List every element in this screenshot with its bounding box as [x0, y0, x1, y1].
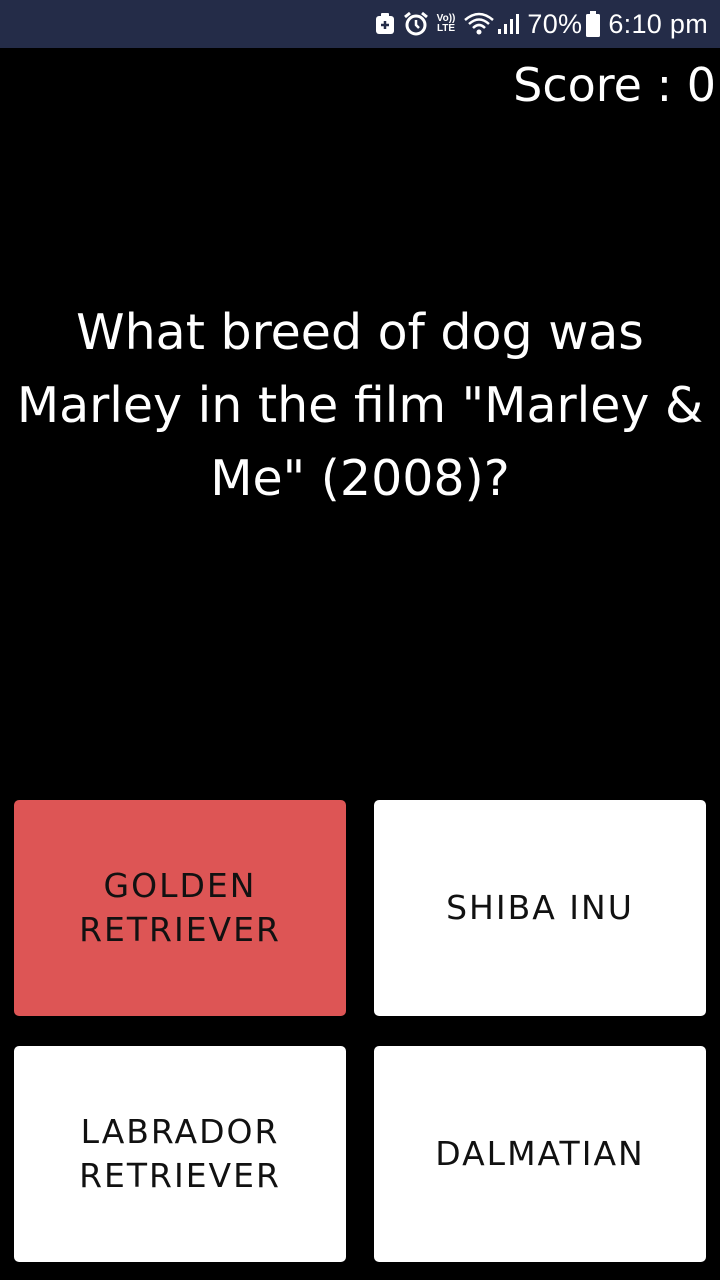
- answer-label: SHIBA INU: [446, 888, 634, 927]
- battery-icon: [586, 11, 601, 37]
- answer-shiba-inu-button[interactable]: SHIBA INU: [374, 800, 706, 1016]
- signal-icon: [497, 12, 520, 36]
- answer-golden-retriever-button[interactable]: GOLDEN RETRIEVER: [14, 800, 346, 1016]
- answer-label: GOLDEN RETRIEVER: [79, 866, 281, 949]
- alarm-icon: [403, 11, 429, 37]
- battery-percent: 70%: [527, 8, 583, 39]
- volte-icon: Vo)) LTE: [437, 14, 456, 34]
- answer-labrador-retriever-button[interactable]: LABRADOR RETRIEVER: [14, 1046, 346, 1262]
- score-label: Score : 0: [513, 58, 716, 112]
- notification-icon: [375, 12, 395, 36]
- answer-dalmatian-button[interactable]: DALMATIAN: [374, 1046, 706, 1262]
- wifi-icon: [463, 12, 495, 36]
- answer-label: LABRADOR RETRIEVER: [79, 1112, 281, 1195]
- clock: 6:10 pm: [608, 8, 708, 39]
- answer-label: DALMATIAN: [435, 1134, 645, 1173]
- status-bar: Vo)) LTE 70% 6:10 pm: [0, 0, 720, 48]
- question-text: What breed of dog was Marley in the film…: [16, 304, 704, 507]
- lte-label: LTE: [436, 23, 456, 34]
